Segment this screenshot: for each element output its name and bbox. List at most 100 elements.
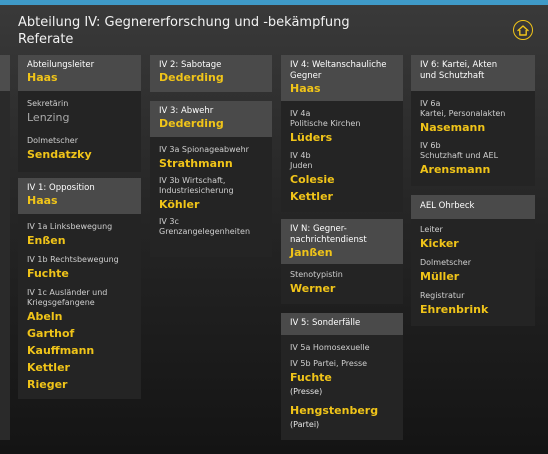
card-title: IV 2: Sabotage: [159, 60, 222, 70]
card-body: IV 1a Linksbewegung Enßen IV 1b Rechtsbe…: [18, 214, 141, 393]
card-body: IV 6a Kartei, Personalakten Nasemann IV …: [411, 91, 535, 178]
card-title-line2: nachrichtendienst: [290, 235, 367, 245]
card-head-name: Dederding: [159, 117, 224, 130]
card-head-name: Janßen: [290, 246, 333, 259]
name-iv5b-partei: Hengstenberg: [290, 404, 379, 417]
card-header: IV 2: Sabotage Dederding: [150, 55, 272, 92]
card-iv6-kartei-akten-schutzhaft[interactable]: IV 6: Kartei, Akten und Schutzhaft IV 6a…: [411, 55, 535, 186]
card-head-name: Dederding: [159, 71, 224, 84]
label-iv3c: IV 3c: [159, 217, 179, 226]
name-iv1b: Fuchte: [27, 267, 69, 280]
card-title: IV 3: Abwehr: [159, 106, 214, 116]
name-iv1c: Kauffmann: [27, 344, 95, 357]
card-title-line2: Gegner: [290, 71, 322, 81]
card-abteilungsleiter[interactable]: Abteilungsleiter Haas Sekretärin Lenzing…: [18, 55, 141, 172]
previous-column-header: [0, 55, 10, 91]
card-head-name: Haas: [27, 71, 58, 84]
name-registratur: Ehrenbrink: [420, 303, 489, 316]
card-iv3-abwehr[interactable]: IV 3: Abwehr Dederding IV 3a Spionageabw…: [150, 101, 272, 257]
label-leiter: Leiter: [420, 225, 443, 234]
label-iv5a: IV 5a Homosexuelle: [290, 343, 370, 352]
card-body: Sekretärin Lenzing Dolmetscher Sendatzky: [18, 91, 141, 163]
card-header: Abteilungsleiter Haas: [18, 55, 141, 91]
label-iv4a: IV 4a: [290, 109, 311, 118]
name-iv1c: Kettler: [27, 361, 70, 374]
name-leiter: Kicker: [420, 237, 459, 250]
name-iv4b: Kettler: [290, 190, 333, 203]
card-iv4-weltanschauliche-gegner[interactable]: IV 4: Weltanschauliche Gegner Haas IV 4a…: [281, 55, 403, 212]
label-iv3b-line2: Industriesicherung: [159, 186, 234, 195]
note-partei: (Partei): [290, 420, 320, 429]
card-title: AEL Ohrbeck: [420, 201, 475, 211]
name-iv1a: Enßen: [27, 234, 66, 247]
name-iv6b: Arensmann: [420, 163, 491, 176]
label-iv5b: IV 5b Partei, Presse: [290, 359, 368, 368]
name-stenotypistin: Werner: [290, 282, 336, 295]
name-iv1c: Garthof: [27, 327, 75, 340]
card-body: IV 4a Politische Kirchen Lüders IV 4b Ju…: [281, 101, 403, 205]
card-title: Abteilungsleiter: [27, 60, 95, 70]
card-body: IV 5a Homosexuelle IV 5b Partei, Presse …: [281, 335, 403, 431]
label-iv1c-line2: Kriegsgefangene: [27, 298, 95, 307]
name-iv6a: Nasemann: [420, 121, 486, 134]
card-head-name: Haas: [27, 194, 58, 207]
label-iv6a: IV 6a: [420, 99, 441, 108]
home-icon: [517, 24, 529, 36]
card-title: IV N: Gegner-: [290, 224, 347, 234]
card-iv1-opposition[interactable]: IV 1: Opposition Haas IV 1a Linksbewegun…: [18, 178, 141, 399]
top-accent-bar: [0, 0, 548, 5]
card-body: Stenotypistin Werner: [281, 264, 403, 297]
previous-column-edge: [0, 55, 10, 440]
page-title-line1: Abteilung IV: Gegnererforschung und -bek…: [18, 15, 350, 30]
label-iv6b: IV 6b: [420, 141, 441, 150]
card-ael-ohrbeck[interactable]: AEL Ohrbeck Leiter Kicker Dolmetscher Mü…: [411, 195, 535, 326]
card-header: IV 6: Kartei, Akten und Schutzhaft: [411, 55, 535, 91]
card-body: IV 3a Spionageabwehr Strathmann IV 3b Wi…: [150, 137, 272, 237]
card-iv5-sonderfaelle[interactable]: IV 5: Sonderfälle IV 5a Homosexuelle IV …: [281, 313, 403, 440]
page-title-line2: Referate: [18, 32, 74, 47]
card-head-name: Haas: [290, 82, 321, 95]
label-iv6b-line2: Schutzhaft und AEL: [420, 151, 499, 160]
name-iv1c: Abeln: [27, 310, 63, 323]
name-iv5b-presse: Fuchte: [290, 371, 332, 384]
label-iv3c-line2: Grenzangelegenheiten: [159, 227, 251, 236]
label-iv4b-line2: Juden: [290, 161, 313, 170]
card-title: IV 6: Kartei, Akten: [420, 60, 498, 70]
card-body: Leiter Kicker Dolmetscher Müller Registr…: [411, 219, 535, 318]
label-iv1a: IV 1a Linksbewegung: [27, 222, 113, 231]
name-dolmetscher: Müller: [420, 270, 460, 283]
label-iv4a-line2: Politische Kirchen: [290, 119, 361, 128]
name-iv1c: Rieger: [27, 378, 68, 391]
name-sekretaerin: Lenzing: [27, 111, 70, 124]
card-header: IV N: Gegner- nachrichtendienst Janßen: [281, 219, 403, 264]
label-iv3b: IV 3b Wirtschaft,: [159, 176, 226, 185]
card-header: IV 5: Sonderfälle: [281, 313, 403, 335]
card-header: IV 4: Weltanschauliche Gegner Haas: [281, 55, 403, 101]
name-iv3b: Köhler: [159, 198, 200, 211]
card-title: IV 1: Opposition: [27, 183, 95, 193]
label-sekretaerin: Sekretärin: [27, 99, 69, 108]
label-stenotypistin: Stenotypistin: [290, 270, 343, 279]
name-iv4a: Lüders: [290, 131, 333, 144]
card-title: IV 5: Sonderfälle: [290, 318, 361, 328]
label-dolmetscher: Dolmetscher: [27, 136, 78, 145]
label-iv1c: IV 1c Ausländer und: [27, 288, 108, 297]
card-title: IV 4: Weltanschauliche: [290, 60, 387, 70]
card-header: IV 1: Opposition Haas: [18, 178, 141, 214]
note-presse: (Presse): [290, 387, 323, 396]
card-header: AEL Ohrbeck: [411, 195, 535, 219]
label-registratur: Registratur: [420, 291, 465, 300]
name-dolmetscher: Sendatzky: [27, 148, 92, 161]
card-ivn-gegnernachrichtendienst[interactable]: IV N: Gegner- nachrichtendienst Janßen S…: [281, 219, 403, 304]
page-title: Abteilung IV: Gegnererforschung und -bek…: [18, 14, 350, 48]
home-button[interactable]: [513, 20, 533, 40]
label-iv6a-line2: Kartei, Personalakten: [420, 109, 506, 118]
label-iv1b: IV 1b Rechtsbewegung: [27, 255, 119, 264]
label-dolmetscher: Dolmetscher: [420, 258, 471, 267]
label-iv3a: IV 3a Spionageabwehr: [159, 145, 249, 154]
card-iv2-sabotage[interactable]: IV 2: Sabotage Dederding: [150, 55, 272, 92]
card-title-line2: und Schutzhaft: [420, 71, 485, 81]
name-iv3a: Strathmann: [159, 157, 233, 170]
card-header: IV 3: Abwehr Dederding: [150, 101, 272, 137]
name-iv4b: Colesie: [290, 173, 335, 186]
